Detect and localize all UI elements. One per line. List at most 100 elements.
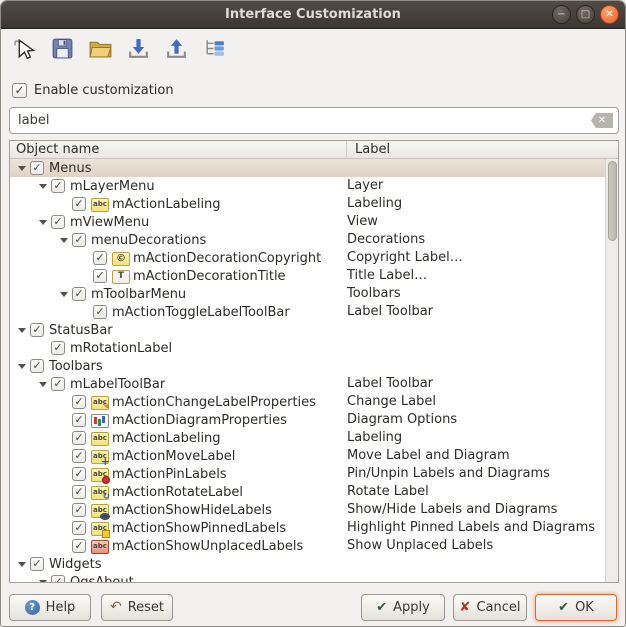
close-icon[interactable]: ✕ <box>600 5 619 24</box>
column-header-label[interactable]: Label <box>347 141 618 158</box>
maximize-icon[interactable]: □ <box>576 5 595 24</box>
ok-button[interactable]: ✔ OK <box>535 594 617 621</box>
expand-arrow-icon[interactable] <box>37 215 51 229</box>
checkbox-mActionShowPinnedLabels[interactable]: ✓ <box>72 521 86 535</box>
object-label-text: Labeling <box>347 195 402 213</box>
titlebar[interactable]: Interface Customization − □ ✕ <box>1 1 625 29</box>
tree-row-mViewMenu[interactable]: ✓mViewMenuView <box>10 213 605 231</box>
column-header-object-name[interactable]: Object name <box>10 141 347 158</box>
clear-search-icon[interactable]: ✕ <box>591 113 613 128</box>
checkbox-mActionShowHideLabels[interactable]: ✓ <box>72 503 86 517</box>
object-label-text: Labeling <box>347 429 402 447</box>
import-down-icon[interactable] <box>124 34 153 63</box>
checkbox-StatusBar[interactable]: ✓ <box>30 323 44 337</box>
vertical-scrollbar[interactable] <box>605 159 618 582</box>
expand-arrow-icon[interactable] <box>16 161 30 175</box>
load-from-file-icon[interactable] <box>86 34 115 63</box>
toolbar <box>10 34 229 63</box>
enable-customization-checkbox[interactable]: ✓ <box>12 83 27 98</box>
enable-customization-row[interactable]: ✓ Enable customization <box>12 83 174 98</box>
checkbox-mActionLabeling[interactable]: ✓ <box>72 197 86 211</box>
ok-button-label: OK <box>575 600 594 615</box>
checkbox-mActionToggleLabelToolBar[interactable]: ✓ <box>93 305 107 319</box>
checkbox-mViewMenu[interactable]: ✓ <box>51 215 65 229</box>
object-label-text: Pin/Unpin Labels and Diagrams <box>347 465 550 483</box>
checkbox-mActionDecorationTitle[interactable]: ✓ <box>93 269 107 283</box>
help-icon: ? <box>25 600 40 615</box>
tree-row-mActionShowHideLabels[interactable]: ✓mActionShowHideLabelsShow/Hide Labels a… <box>10 501 605 519</box>
cancel-button[interactable]: ✘ Cancel <box>453 594 527 621</box>
tree-row-menuDecorations[interactable]: ✓menuDecorationsDecorations <box>10 231 605 249</box>
catch-widgets-icon[interactable] <box>10 34 39 63</box>
tree-row-mActionPinLabels[interactable]: ✓mActionPinLabelsPin/Unpin Labels and Di… <box>10 465 605 483</box>
checkbox-Toolbars[interactable]: ✓ <box>30 359 44 373</box>
expand-arrow-icon[interactable] <box>16 359 30 373</box>
expand-arrow-icon[interactable] <box>58 233 72 247</box>
checkbox-mLabelToolBar[interactable]: ✓ <box>51 377 65 391</box>
export-up-icon[interactable] <box>162 34 191 63</box>
checkbox-Menus[interactable]: ✓ <box>30 161 44 175</box>
tree-row-mRotationLabel[interactable]: ✓mRotationLabel <box>10 339 605 357</box>
expand-tree-icon[interactable] <box>200 34 229 63</box>
object-name-text: mActionDecorationCopyright <box>133 251 321 266</box>
tree-row-mActionMoveLabel[interactable]: ✓mActionMoveLabelMove Label and Diagram <box>10 447 605 465</box>
tree-row-Toolbars[interactable]: ✓ Toolbars <box>10 357 605 375</box>
expand-arrow-icon[interactable] <box>16 323 30 337</box>
checkbox-Widgets[interactable]: ✓ <box>30 557 44 571</box>
checkbox-mActionLabeling[interactable]: ✓ <box>72 431 86 445</box>
tree-row-StatusBar[interactable]: ✓StatusBar <box>10 321 605 339</box>
tree-row-mLayerMenu[interactable]: ✓mLayerMenuLayer <box>10 177 605 195</box>
object-name-text: mViewMenu <box>70 215 149 230</box>
save-to-file-icon[interactable] <box>48 34 77 63</box>
tree-row-mActionLabeling[interactable]: ✓mActionLabelingLabeling <box>10 429 605 447</box>
expand-arrow-icon[interactable] <box>16 557 30 571</box>
checkbox-mActionPinLabels[interactable]: ✓ <box>72 467 86 481</box>
tree-row-mActionDecorationCopyright[interactable]: ✓mActionDecorationCopyrightCopyright Lab… <box>10 249 605 267</box>
checkbox-menuDecorations[interactable]: ✓ <box>72 233 86 247</box>
tree-row-Widgets[interactable]: ✓ Widgets <box>10 555 605 573</box>
object-name-text: QgsAbout <box>70 575 134 583</box>
tree-row-mActionChangeLabelProperties[interactable]: ✓mActionChangeLabelPropertiesChange Labe… <box>10 393 605 411</box>
search-input[interactable] <box>18 113 591 128</box>
checkbox-mToolbarMenu[interactable]: ✓ <box>72 287 86 301</box>
checkbox-mActionChangeLabelProperties[interactable]: ✓ <box>72 395 86 409</box>
show-pinned-labels-icon <box>91 521 108 536</box>
tree-row-mLabelToolBar[interactable]: ✓mLabelToolBarLabel Toolbar <box>10 375 605 393</box>
help-button[interactable]: ? Help <box>9 594 91 621</box>
expand-arrow-icon[interactable] <box>58 287 72 301</box>
object-name-text: mActionChangeLabelProperties <box>112 395 316 410</box>
tree-row-mActionLabeling[interactable]: ✓mActionLabelingLabeling <box>10 195 605 213</box>
checkbox-mActionDecorationCopyright[interactable]: ✓ <box>93 251 107 265</box>
scrollbar-thumb[interactable] <box>608 161 617 241</box>
apply-button[interactable]: ✔ Apply <box>361 594 445 621</box>
object-name-text: Toolbars <box>49 359 103 374</box>
expand-arrow-icon[interactable] <box>37 575 51 582</box>
tree-row-QgsAbout[interactable]: ✓ QgsAbout <box>10 573 605 582</box>
tree-row-mToolbarMenu[interactable]: ✓mToolbarMenuToolbars <box>10 285 605 303</box>
tree-row-mActionToggleLabelToolBar[interactable]: ✓mActionToggleLabelToolBarLabel Toolbar <box>10 303 605 321</box>
expand-arrow-icon[interactable] <box>37 377 51 391</box>
tree-rows: ✓Menus✓mLayerMenuLayer✓mActionLabelingLa… <box>10 159 605 582</box>
object-label-text: Diagram Options <box>347 411 457 429</box>
checkbox-mLayerMenu[interactable]: ✓ <box>51 179 65 193</box>
object-name-text: mActionMoveLabel <box>112 449 235 464</box>
checkbox-mActionRotateLabel[interactable]: ✓ <box>72 485 86 499</box>
checkbox-mActionDiagramProperties[interactable]: ✓ <box>72 413 86 427</box>
tree-row-mActionShowUnplacedLabels[interactable]: ✓mActionShowUnplacedLabelsShow Unplaced … <box>10 537 605 555</box>
object-name-text: Widgets <box>49 557 102 572</box>
checkbox-mActionMoveLabel[interactable]: ✓ <box>72 449 86 463</box>
checkbox-mActionShowUnplacedLabels[interactable]: ✓ <box>72 539 86 553</box>
reset-button[interactable]: ↶ Reset <box>101 594 173 621</box>
tree-row-mActionDiagramProperties[interactable]: ✓mActionDiagramPropertiesDiagram Options <box>10 411 605 429</box>
checkbox-QgsAbout[interactable]: ✓ <box>51 575 65 582</box>
tree-row-mActionDecorationTitle[interactable]: ✓mActionDecorationTitleTitle Label… <box>10 267 605 285</box>
labeling-icon <box>91 197 108 212</box>
tree-row-mActionShowPinnedLabels[interactable]: ✓mActionShowPinnedLabelsHighlight Pinned… <box>10 519 605 537</box>
tree-row-mActionRotateLabel[interactable]: ✓mActionRotateLabelRotate Label <box>10 483 605 501</box>
tree-row-Menus[interactable]: ✓Menus <box>10 159 605 177</box>
arrow-spacer <box>79 269 93 283</box>
rotate-label-icon <box>91 485 108 500</box>
minimize-icon[interactable]: − <box>552 5 571 24</box>
checkbox-mRotationLabel[interactable]: ✓ <box>51 341 65 355</box>
expand-arrow-icon[interactable] <box>37 179 51 193</box>
